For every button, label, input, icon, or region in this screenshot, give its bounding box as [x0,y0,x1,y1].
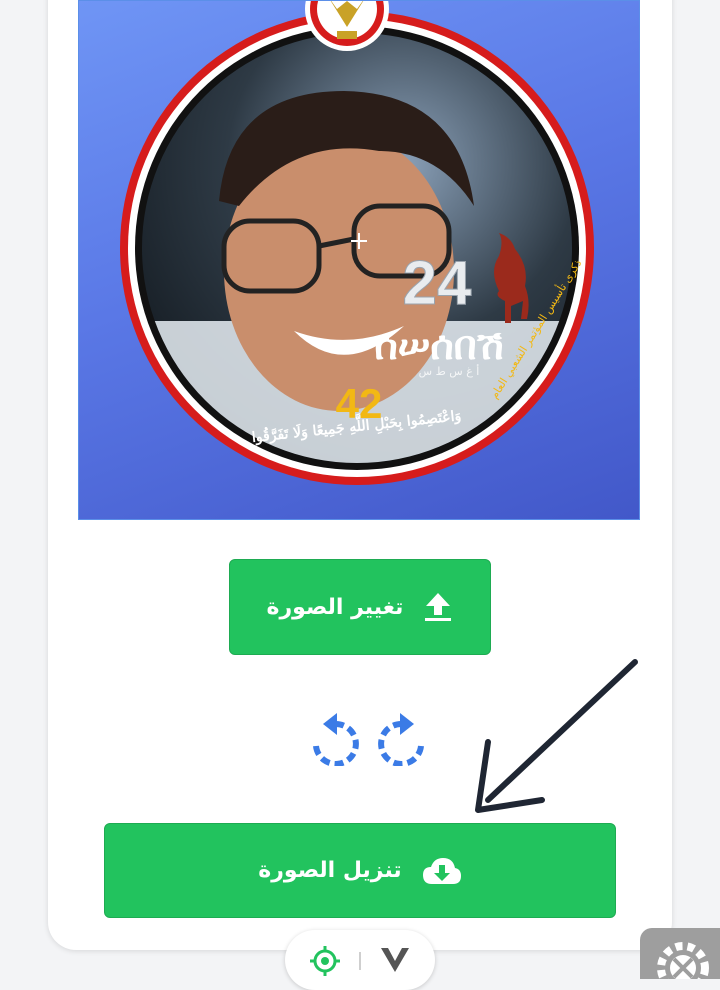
frame-himyarite: ሰሠሰበሽ [374,323,503,369]
change-photo-button[interactable]: تغيير الصورة [229,559,491,655]
cloud-download-icon [422,857,461,884]
toolbar-divider [359,952,361,970]
floating-toolbar [285,930,435,990]
upload-icon [425,593,452,621]
frame-transliteration: أ غ س ط س [419,364,480,378]
download-photo-button[interactable]: تنزيل الصورة [104,823,616,918]
frame-number-big: 24 [403,249,472,318]
download-photo-label: تنزيل الصورة [258,858,402,883]
settings-corner-button[interactable] [640,928,720,979]
gear-tools-icon [657,942,709,979]
rotate-right-icon[interactable] [376,710,428,766]
photo-preview: 24 ሰሠሰበሽ أ غ س ط س 42 وَاعْتَصِمُوا بِحَ… [78,0,640,520]
change-photo-label: تغيير الصورة [266,594,404,620]
rotate-left-icon[interactable] [309,710,361,766]
crosshair-icon[interactable] [308,944,342,978]
arrow-pointer [475,659,638,813]
chevron-down-icon[interactable] [379,946,411,974]
